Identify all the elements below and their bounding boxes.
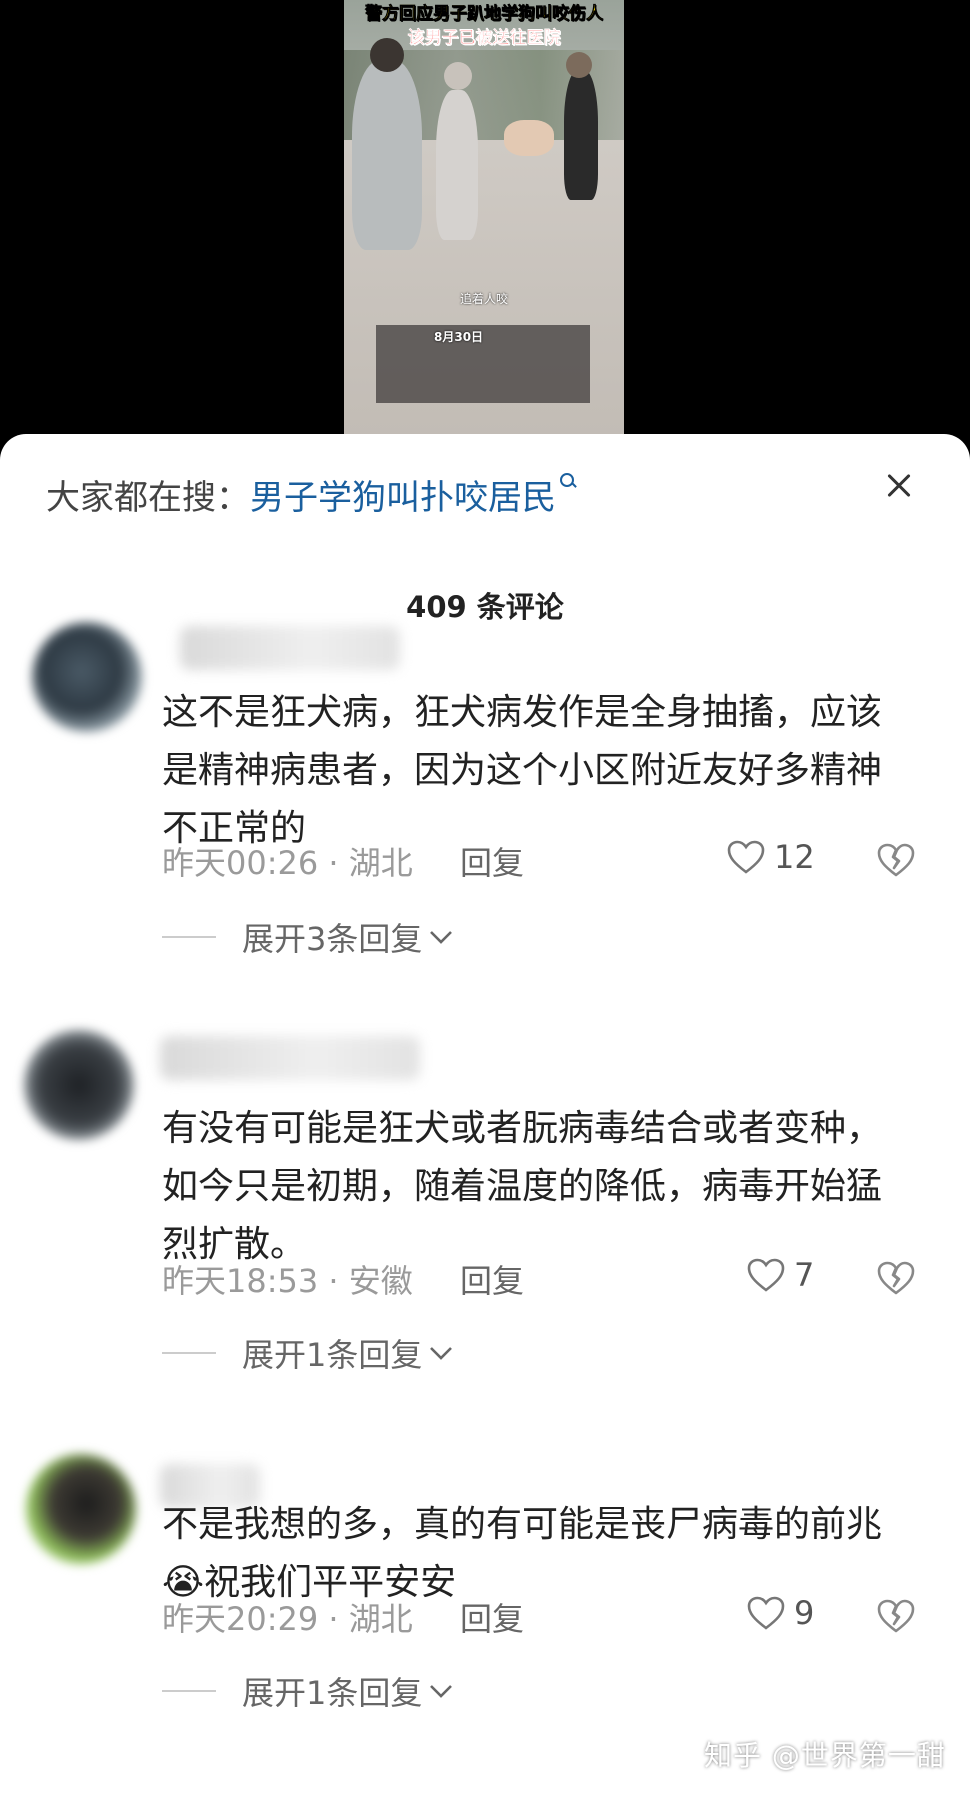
- comment-count: 409 条评论: [406, 590, 564, 624]
- trending-search-prefix: 大家都在搜：: [46, 478, 250, 518]
- expand-replies[interactable]: 展开3条回复: [162, 914, 454, 960]
- like-count: 7: [794, 1256, 815, 1294]
- trending-search: 大家都在搜：男子学狗叫扑咬居民: [46, 470, 576, 519]
- reply-button[interactable]: 回复: [460, 1594, 524, 1640]
- video-date-box: 8月30日: [376, 325, 590, 403]
- reply-button[interactable]: 回复: [460, 838, 524, 884]
- video-headline-line1: 警方回应男子趴地学狗叫咬伤人: [365, 4, 604, 25]
- comment-text: 这不是狂犬病，狂犬病发作是全身抽搐，应该是精神病患者，因为这个小区附近友好多精神…: [162, 692, 883, 849]
- heart-icon: [727, 840, 765, 874]
- comments-sheet: 大家都在搜：男子学狗叫扑咬居民 409 条评论 这不是狂犬病，狂犬病发作是全身抽…: [0, 434, 970, 1808]
- expand-replies-label: 展开3条回复: [242, 920, 423, 958]
- video-headline: 警方回应男子趴地学狗叫咬伤人 该男子已被送往医院: [344, 2, 624, 50]
- divider-line: [162, 1690, 216, 1692]
- like-count: 9: [794, 1594, 815, 1632]
- comment-meta: 昨天00:26 · 湖北: [162, 844, 413, 882]
- trending-search-term[interactable]: 男子学狗叫扑咬居民: [250, 478, 556, 518]
- divider-line: [162, 936, 216, 938]
- video-person-elder: [436, 90, 478, 240]
- watermark: 知乎 @世界第一甜: [704, 1739, 946, 1772]
- reply-button[interactable]: 回复: [460, 1256, 524, 1302]
- broken-heart-icon[interactable]: [876, 1598, 916, 1634]
- video-person-head: [444, 62, 472, 90]
- expand-replies[interactable]: 展开1条回复: [162, 1330, 454, 1376]
- comment-text: 有没有可能是狂犬或者朊病毒结合或者变种，如今只是初期，随着温度的降低，病毒开始猛…: [162, 1108, 883, 1265]
- video-thumbnail[interactable]: 警方回应男子趴地学狗叫咬伤人 该男子已被送往医院 追着人咬 8月30日: [344, 0, 624, 440]
- like-button[interactable]: 9: [746, 1594, 814, 1632]
- chevron-down-icon: [430, 931, 453, 944]
- divider-line: [162, 1352, 216, 1354]
- like-button[interactable]: 12: [726, 838, 815, 876]
- video-person-woman: [352, 60, 422, 250]
- video-person-man: [564, 70, 598, 200]
- username-blurred[interactable]: [180, 626, 400, 670]
- video-date: 8月30日: [434, 330, 484, 344]
- comment-meta: 昨天18:53 · 安徽: [162, 1262, 413, 1300]
- like-button[interactable]: 7: [746, 1256, 814, 1294]
- expand-replies[interactable]: 展开1条回复: [162, 1668, 454, 1714]
- chevron-down-icon: [430, 1347, 453, 1360]
- avatar[interactable]: [32, 622, 142, 732]
- search-icon[interactable]: [560, 473, 576, 489]
- video-caption: 追着人咬: [459, 292, 508, 306]
- broken-heart-icon[interactable]: [876, 842, 916, 878]
- comment-meta: 昨天20:29 · 湖北: [162, 1600, 413, 1638]
- avatar[interactable]: [26, 1454, 136, 1564]
- video-headline-line2: 该男子已被送往医院: [407, 28, 561, 48]
- video-crawling-man: [504, 120, 554, 156]
- video-area[interactable]: 警方回应男子趴地学狗叫咬伤人 该男子已被送往医院 追着人咬 8月30日: [0, 0, 970, 440]
- heart-icon: [747, 1258, 785, 1292]
- broken-heart-icon[interactable]: [876, 1260, 916, 1296]
- like-count: 12: [774, 838, 815, 876]
- expand-replies-label: 展开1条回复: [242, 1674, 423, 1712]
- avatar[interactable]: [24, 1030, 134, 1140]
- video-person-head: [566, 52, 592, 78]
- heart-icon: [747, 1596, 785, 1630]
- expand-replies-label: 展开1条回复: [242, 1336, 423, 1374]
- close-icon[interactable]: [878, 464, 922, 508]
- username-blurred[interactable]: [160, 1036, 420, 1080]
- chevron-down-icon: [430, 1685, 453, 1698]
